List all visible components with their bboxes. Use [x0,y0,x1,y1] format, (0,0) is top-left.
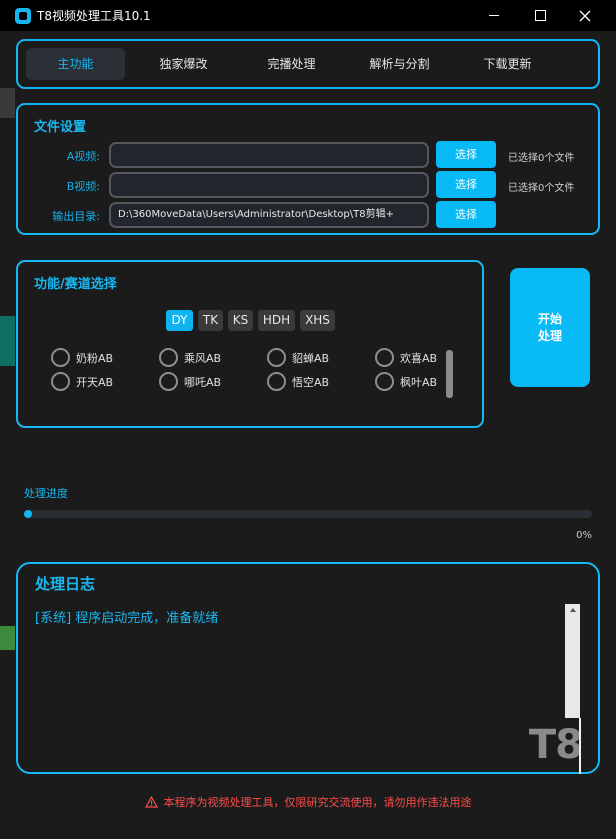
window-title: T8视频处理工具10.1 [37,9,151,23]
progress-percent: 0% [576,530,592,541]
radio-circle-icon [267,372,286,391]
a-video-field[interactable] [109,142,429,168]
b-video-label: B视频: [66,180,100,193]
log-title: 处理日志 [35,575,96,593]
maximize-button[interactable] [517,0,563,31]
option-nezha-ab[interactable]: 哪吒AB [159,372,221,391]
option-kaitian-ab[interactable]: 开天AB [51,372,113,391]
option-fengye-ab[interactable]: 枫叶AB [375,372,437,391]
a-video-select-button[interactable]: 选择 [436,141,496,168]
option-label: 哪吒AB [184,375,222,389]
option-label: 开天AB [76,375,114,389]
option-chengfeng-ab[interactable]: 乘风AB [159,348,221,367]
text-cursor [579,718,581,774]
background-window-edge [0,88,15,118]
progress-bar [24,510,592,518]
options-scrollbar[interactable] [446,350,453,398]
radio-circle-icon [267,348,286,367]
main-nav: 主功能 独家爆改 完播处理 解析与分割 下载更新 [16,39,600,89]
close-button[interactable] [562,0,608,31]
output-dir-label: 输出目录: [52,210,100,223]
progress-fill [24,510,32,518]
t8-watermark-logo: T8 [518,720,583,770]
tab-completion-processing[interactable]: 完播处理 [242,48,341,80]
close-icon [579,10,591,21]
tab-download-update[interactable]: 下载更新 [458,48,557,80]
option-label: 奶粉AB [76,351,114,365]
radio-circle-icon [375,348,394,367]
minimize-button[interactable] [471,0,517,31]
option-wukong-ab[interactable]: 悟空AB [267,372,329,391]
minimize-icon [489,15,499,16]
option-huanxi-ab[interactable]: 欢喜AB [375,348,437,367]
output-dir-field[interactable]: D:\360MoveData\Users\Administrator\Deskt… [109,202,429,228]
option-label: 乘风AB [184,351,222,365]
a-video-label: A视频: [66,150,100,163]
option-diaochan-ab[interactable]: 貂蝉AB [267,348,329,367]
background-window-edge [0,316,15,366]
platform-chip-xhs[interactable]: XHS [300,310,335,331]
start-button-line2: 处理 [537,328,562,343]
option-label: 枫叶AB [400,375,438,389]
function-select-title: 功能/赛道选择 [34,277,117,292]
log-line: [系统] 程序启动完成，准备就绪 [35,611,219,626]
app-logo-icon [15,7,31,24]
maximize-icon [534,10,546,21]
option-label: 欢喜AB [400,351,438,365]
background-window-edge [0,626,15,650]
progress-title: 处理进度 [24,487,68,500]
disclaimer: 本程序为视频处理工具，仅限研究交流使用，请勿用作违法用途 [0,794,616,810]
b-video-select-button[interactable]: 选择 [436,171,496,198]
log-panel: 处理日志 [系统] 程序启动完成，准备就绪 T8 [16,562,600,774]
platform-chip-dy[interactable]: DY [166,310,193,331]
warning-icon [144,796,158,808]
title-bar: T8视频处理工具10.1 [0,0,616,31]
file-settings-panel: 文件设置 A视频: 选择 已选择0个文件 B视频: 选择 已选择0个文件 输出目… [16,103,600,235]
platform-chip-ks[interactable]: KS [228,310,253,331]
option-label: 悟空AB [292,375,330,389]
radio-circle-icon [51,348,70,367]
output-dir-select-button[interactable]: 选择 [436,201,496,228]
tab-parse-split[interactable]: 解析与分割 [350,48,449,80]
tab-main-function[interactable]: 主功能 [26,48,125,80]
radio-circle-icon [51,372,70,391]
radio-circle-icon [375,372,394,391]
b-video-field[interactable] [109,172,429,198]
platform-chip-hdh[interactable]: HDH [258,310,295,331]
disclaimer-text: 本程序为视频处理工具，仅限研究交流使用，请勿用作违法用途 [163,796,472,809]
platform-chip-tk[interactable]: TK [198,310,223,331]
tab-exclusive-remix[interactable]: 独家爆改 [134,48,233,80]
file-settings-title: 文件设置 [34,120,87,135]
start-processing-button[interactable]: 开始 处理 [510,268,590,387]
start-button-line1: 开始 [537,311,562,326]
a-video-status: 已选择0个文件 [508,153,575,164]
function-select-panel: 功能/赛道选择 DY TK KS HDH XHS 奶粉AB 乘风AB 貂蝉AB … [16,260,484,428]
log-scrollbar[interactable] [565,604,580,718]
option-label: 貂蝉AB [292,351,330,365]
radio-circle-icon [159,372,178,391]
b-video-status: 已选择0个文件 [508,183,575,194]
radio-circle-icon [159,348,178,367]
option-naifen-ab[interactable]: 奶粉AB [51,348,113,367]
